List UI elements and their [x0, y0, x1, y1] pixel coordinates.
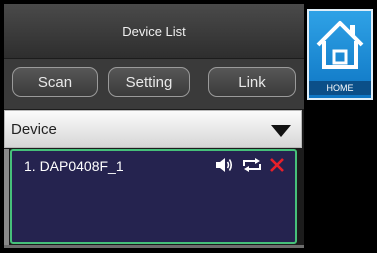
device-actions [215, 157, 285, 178]
setting-button[interactable]: Setting [108, 67, 190, 97]
panel-bottom-edge [4, 245, 304, 248]
page-title: Device List [122, 23, 186, 39]
repeat-icon[interactable] [241, 157, 263, 178]
device-list-title-bar: Device List [4, 4, 304, 58]
device-dropdown-label: Device [11, 121, 57, 138]
dropdown-arrow-icon[interactable] [271, 125, 291, 137]
speaker-icon[interactable] [215, 157, 235, 178]
home-button[interactable]: HOME [307, 9, 373, 100]
toolbar: Scan Setting Link [4, 59, 304, 109]
scan-button[interactable]: Scan [12, 67, 98, 97]
link-button[interactable]: Link [208, 67, 296, 97]
close-icon[interactable] [269, 157, 285, 178]
device-name[interactable]: 1. DAP0408F_1 [24, 158, 124, 174]
home-icon [316, 21, 364, 69]
panel-left-edge [4, 149, 9, 248]
device-list-panel: Device List Scan Setting Link Device 1. … [4, 4, 304, 248]
app-window: Device List Scan Setting Link Device 1. … [0, 0, 377, 253]
home-label: HOME [309, 81, 371, 95]
device-dropdown[interactable]: Device [4, 110, 302, 148]
